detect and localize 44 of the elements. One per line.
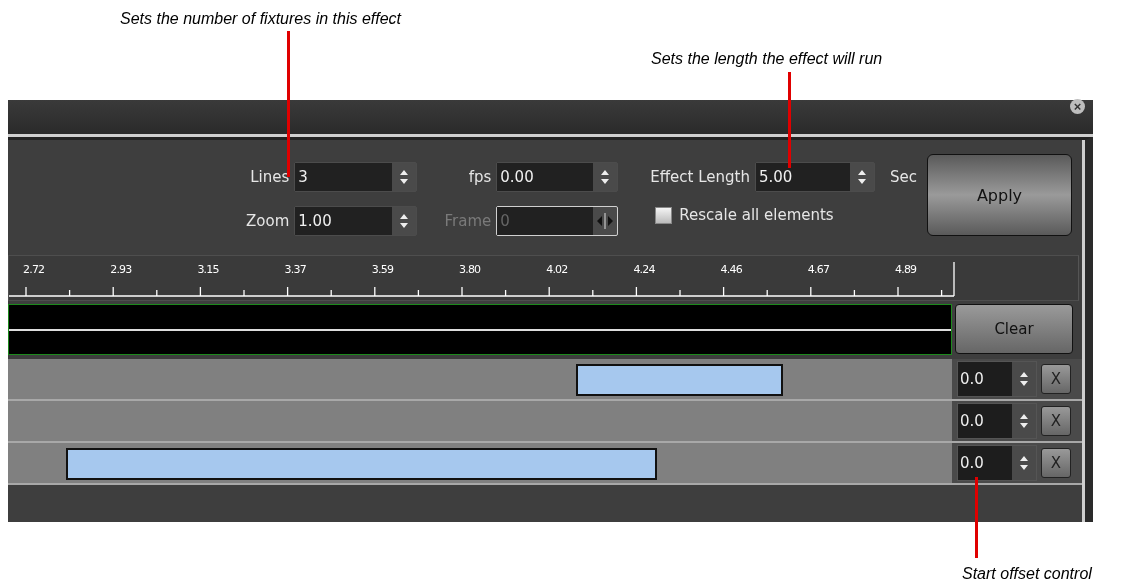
lines-spinbox[interactable]: 3 [294, 162, 418, 192]
ruler-label: 3.37 [284, 263, 306, 276]
annotation-text: Sets the length the effect will run [651, 50, 883, 68]
ruler-label: 3.59 [371, 263, 394, 276]
field-label: Frame [443, 212, 492, 230]
close-button[interactable]: × [1070, 98, 1085, 114]
ruler-label: 4.89 [895, 263, 917, 276]
ruler-label: 4.24 [633, 263, 655, 276]
ruler-label: 4.46 [720, 263, 742, 276]
up-down-arrows-icon[interactable] [1019, 413, 1029, 429]
ruler-label: 3.80 [459, 263, 481, 276]
field-label: fps [467, 168, 492, 186]
offset-spinbox[interactable]: 0.0 [957, 403, 1037, 439]
remove-button[interactable]: X [1041, 448, 1071, 478]
remove-button[interactable]: X [1041, 364, 1071, 394]
unit-label: Sec [890, 168, 917, 186]
field-label: Lines [249, 168, 290, 186]
apply-button[interactable]: Apply [927, 154, 1072, 236]
effect-bar[interactable] [66, 448, 657, 480]
field-label: Zoom [245, 212, 290, 230]
ruler-label: 4.67 [807, 263, 830, 276]
ruler-label: 4.02 [546, 263, 568, 276]
ruler-label: 2.93 [110, 263, 132, 276]
up-down-arrows-icon[interactable] [399, 213, 410, 229]
zoom-spinbox[interactable]: 1.00 [294, 206, 418, 236]
fps-spinbox[interactable]: 0.00 [496, 162, 619, 192]
up-down-arrows-icon[interactable] [1019, 371, 1029, 387]
field-label: Effect Length [650, 168, 750, 186]
clear-button[interactable]: Clear [955, 304, 1073, 354]
up-down-arrows-icon[interactable] [600, 169, 611, 185]
remove-button[interactable]: X [1041, 406, 1071, 436]
ruler-label: 3.15 [197, 263, 219, 276]
ruler-label: 2.72 [23, 263, 45, 276]
up-down-arrows-icon[interactable] [857, 169, 867, 185]
checkbox-label: Rescale all elements [679, 206, 834, 224]
annotation-text: Start offset control [962, 565, 1092, 583]
effect-length-spinbox[interactable]: 5.00 [755, 162, 875, 192]
effect-bar[interactable] [576, 364, 783, 396]
annotation-text: Sets the number of fixtures in this effect [120, 10, 402, 28]
offset-spinbox[interactable]: 0.0 [957, 361, 1037, 397]
up-down-arrows-icon[interactable] [1019, 455, 1029, 471]
up-down-arrows-icon[interactable] [399, 169, 410, 185]
rescale-checkbox[interactable] [655, 206, 673, 224]
offset-spinbox[interactable]: 0.0 [957, 445, 1037, 481]
